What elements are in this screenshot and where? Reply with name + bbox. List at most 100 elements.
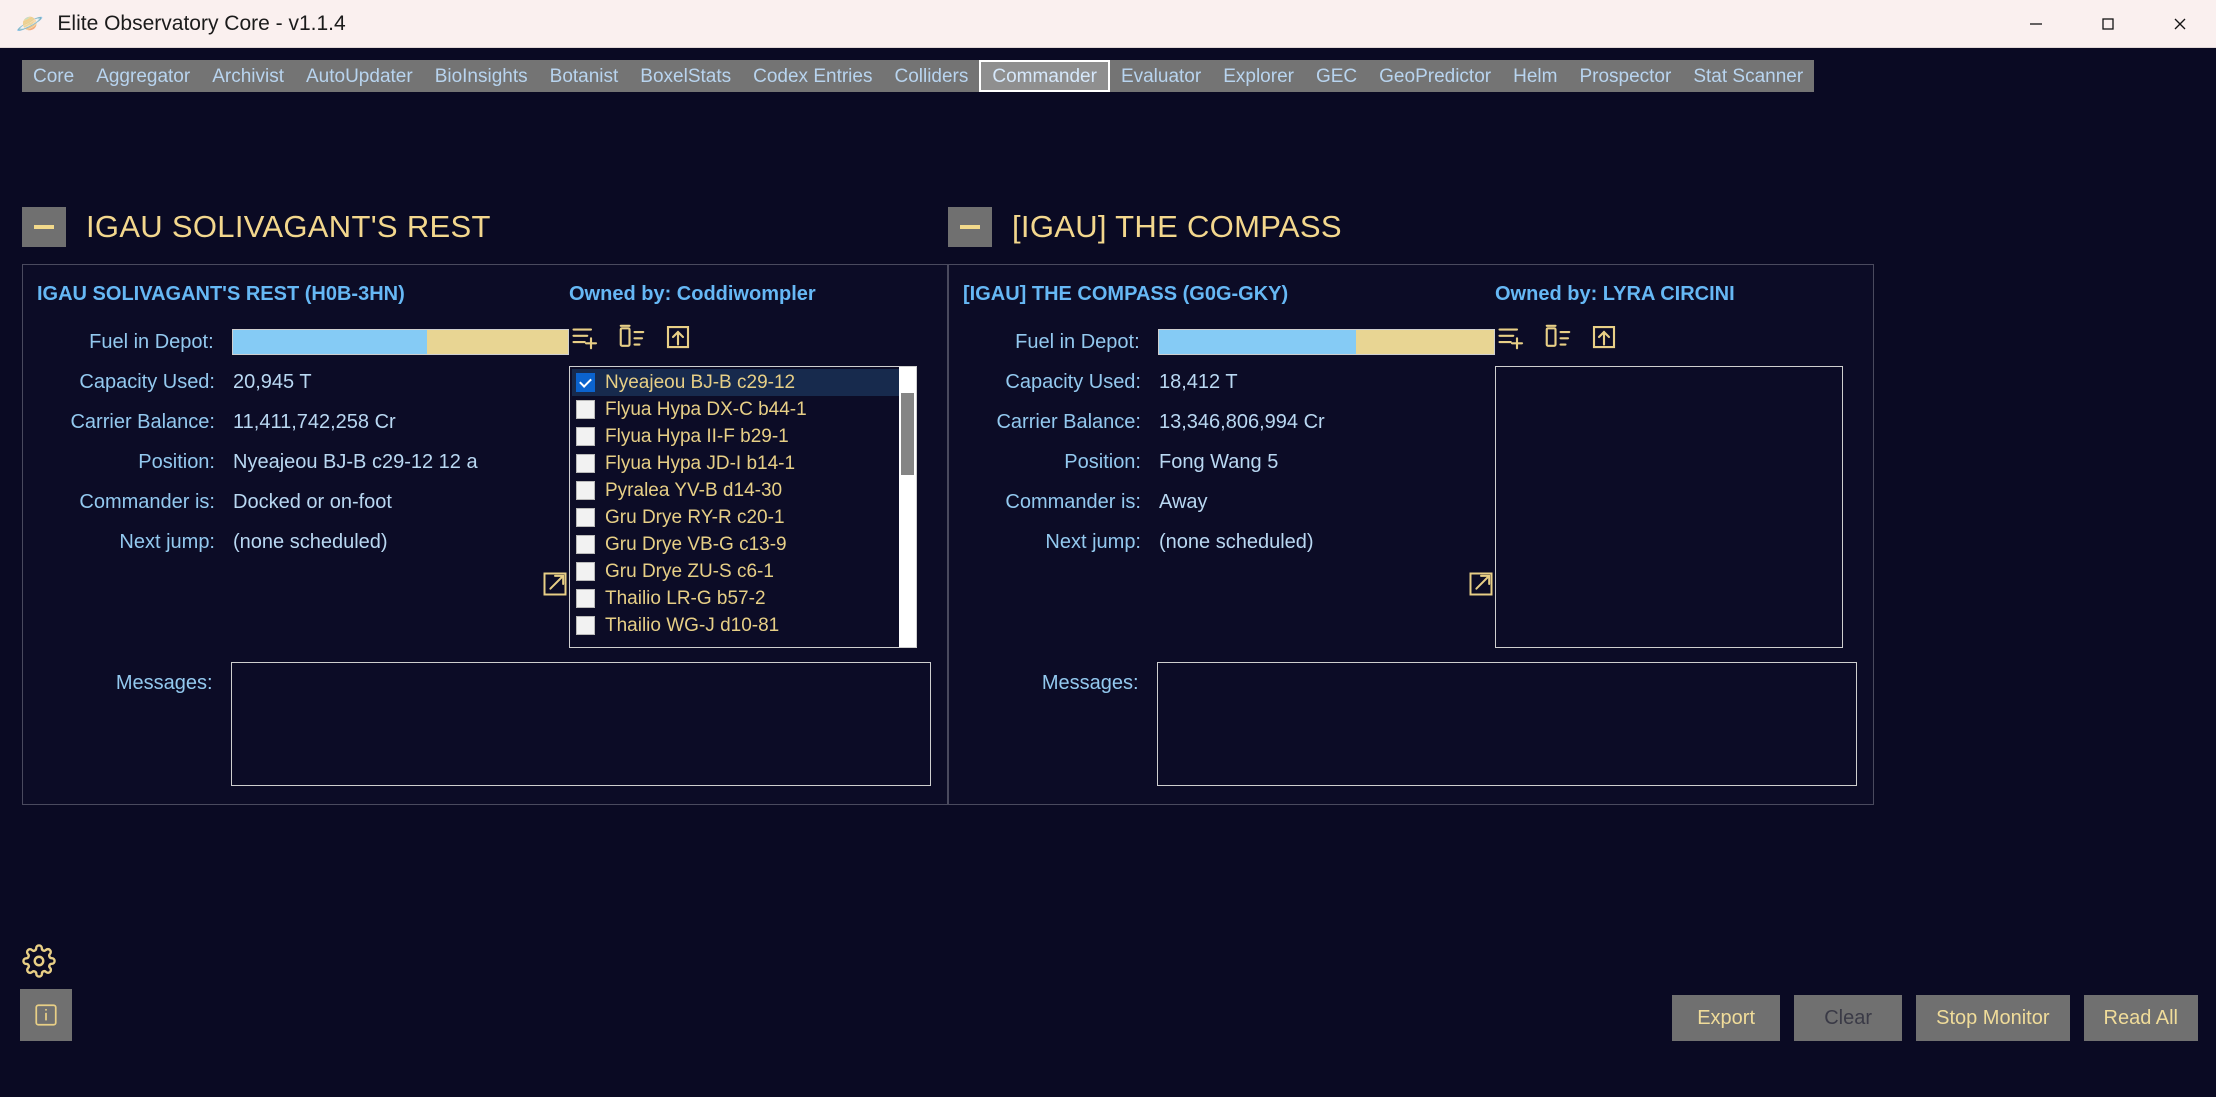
panel-columns: Fuel in Depot: Capacity Used: 18,412 T Carr… xyxy=(949,322,1857,648)
field-value: Fong Wang 5 xyxy=(1159,450,1279,473)
clear-button: Clear xyxy=(1794,995,1903,1041)
tab-label: GeoPredictor xyxy=(1379,65,1492,87)
field-row: Commander is: Docked or on-foot xyxy=(37,482,569,522)
tabstrip-container: Core Aggregator Archivist AutoUpdater BioIns… xyxy=(0,48,2216,92)
import-list-icon[interactable] xyxy=(1589,322,1619,357)
read-all-button[interactable]: Read All xyxy=(2083,995,2198,1041)
system-checkbox[interactable] xyxy=(576,589,595,608)
tab-explorer[interactable]: Explorer xyxy=(1212,60,1305,92)
system-checkbox[interactable] xyxy=(576,400,595,419)
pop-out-icon[interactable] xyxy=(541,570,569,603)
scrollbar-thumb[interactable] xyxy=(901,393,914,475)
tab-label: GEC xyxy=(1315,65,1358,87)
system-list-item[interactable]: Gru Drye RY-R c20-1 xyxy=(572,504,899,531)
tab-botanist[interactable]: Botanist xyxy=(539,60,630,92)
field-label: Fuel in Depot: xyxy=(1015,330,1140,353)
tab-label: Botanist xyxy=(549,65,619,87)
tab-prospector[interactable]: Prospector xyxy=(1568,60,1682,92)
tab-aggregator[interactable]: Aggregator xyxy=(85,60,201,92)
system-checkbox[interactable] xyxy=(576,535,595,554)
system-checkbox[interactable] xyxy=(576,508,595,527)
settings-button[interactable] xyxy=(22,944,56,983)
system-list-item[interactable]: Pyralea YV-B d14-30 xyxy=(572,477,899,504)
maximize-button[interactable] xyxy=(2072,0,2144,47)
tab-gec[interactable]: GEC xyxy=(1305,60,1368,92)
system-list-item[interactable]: Gru Drye VB-G c13-9 xyxy=(572,531,899,558)
tab-codex-entries[interactable]: Codex Entries xyxy=(742,60,883,92)
window-controls xyxy=(2000,0,2216,47)
system-checkbox[interactable] xyxy=(576,562,595,581)
remove-from-list-icon[interactable] xyxy=(617,322,647,357)
export-button[interactable]: Export xyxy=(1672,995,1781,1041)
app-planet-icon: 🪐 xyxy=(16,10,44,36)
field-row: Position: Fong Wang 5 xyxy=(963,442,1495,482)
messages-box[interactable] xyxy=(1156,662,1857,786)
system-checkbox[interactable] xyxy=(576,454,595,473)
system-name: Flyua Hypa II-F b29-1 xyxy=(605,425,789,447)
popout-row xyxy=(963,562,1495,603)
add-to-list-icon[interactable] xyxy=(1497,322,1527,357)
field-value: Away xyxy=(1159,490,1208,513)
field-row: Commander is: Away xyxy=(963,482,1495,522)
system-name: Pyralea YV-B d14-30 xyxy=(605,479,783,501)
minimize-button[interactable] xyxy=(2000,0,2072,47)
tab-stat-scanner[interactable]: Stat Scanner xyxy=(1682,60,1814,92)
collapse-panel-button[interactable] xyxy=(22,207,66,247)
system-list-items: Nyeajeou BJ-B c29-12 Flyua Hypa DX-C b44-… xyxy=(570,367,899,647)
system-list-item[interactable]: Gru Drye ZU-S c6-1 xyxy=(572,558,899,585)
system-list-item[interactable]: Thailio WG-J d10-81 xyxy=(572,612,899,639)
tab-helm[interactable]: Helm xyxy=(1502,60,1568,92)
messages-box[interactable] xyxy=(230,662,931,786)
system-name: Thailio WG-J d10-81 xyxy=(605,614,780,636)
tab-commander[interactable]: Commander xyxy=(979,60,1110,92)
system-checkbox[interactable] xyxy=(576,616,595,635)
field-label: Fuel in Depot: xyxy=(89,330,214,353)
tab-bioinsights[interactable]: BioInsights xyxy=(424,60,539,92)
tab-geopredictor[interactable]: GeoPredictor xyxy=(1368,60,1502,92)
field-value: 13,346,806,994 Cr xyxy=(1159,410,1325,433)
tab-core[interactable]: Core xyxy=(22,60,85,92)
minus-icon xyxy=(960,225,980,229)
field-row: Carrier Balance: 11,411,742,258 Cr xyxy=(37,402,569,442)
messages-label: Messages: xyxy=(1041,672,1139,694)
system-checkbox[interactable] xyxy=(576,481,595,500)
field-label: Capacity Used: xyxy=(79,370,215,393)
tab-boxelstats[interactable]: BoxelStats xyxy=(629,60,742,92)
system-name: Gru Drye VB-G c13-9 xyxy=(605,533,787,555)
fuel-depot-bar-fill xyxy=(1158,330,1357,354)
system-list-item[interactable]: Flyua Hypa DX-C b44-1 xyxy=(572,396,899,423)
panel-title: [IGAU] THE COMPASS xyxy=(1012,209,1342,244)
remove-from-list-icon[interactable] xyxy=(1543,322,1573,357)
stop-monitor-button[interactable]: Stop Monitor xyxy=(1916,995,2070,1041)
pop-out-icon[interactable] xyxy=(1467,570,1495,603)
system-name: Flyua Hypa JD-I b14-1 xyxy=(605,452,796,474)
tab-evaluator[interactable]: Evaluator xyxy=(1110,60,1212,92)
system-list-item[interactable]: Nyeajeou BJ-B c29-12 xyxy=(572,369,899,396)
system-checkbox[interactable] xyxy=(576,427,595,446)
import-list-icon[interactable] xyxy=(663,322,693,357)
footer-action-bar: Export Clear Stop Monitor Read All xyxy=(1672,995,2198,1041)
carrier-panel-2: [IGAU] THE COMPASS [IGAU] THE COMPASS (G0… xyxy=(948,204,1874,805)
field-label: Carrier Balance: xyxy=(996,410,1141,433)
field-value: (none scheduled) xyxy=(233,530,388,553)
add-to-list-icon[interactable] xyxy=(571,322,601,357)
tab-colliders[interactable]: Colliders xyxy=(883,60,979,92)
tab-archivist[interactable]: Archivist xyxy=(201,60,295,92)
carrier-fields: Fuel in Depot: Capacity Used: 20,945 T Carr… xyxy=(23,322,569,648)
carrier-panel-1: IGAU SOLIVAGANT'S REST IGAU SOLIVAGANT'S … xyxy=(22,204,948,805)
system-list[interactable]: Nyeajeou BJ-B c29-12 Flyua Hypa DX-C b44-… xyxy=(569,366,917,648)
field-row: Carrier Balance: 13,346,806,994 Cr xyxy=(963,402,1495,442)
fuel-depot-bar xyxy=(231,329,569,355)
system-list-empty[interactable] xyxy=(1495,366,1843,648)
system-list-item[interactable]: Flyua Hypa JD-I b14-1 xyxy=(572,450,899,477)
panel-headings: [IGAU] THE COMPASS (G0G-GKY) Owned by: LY… xyxy=(949,277,1857,310)
info-button[interactable] xyxy=(20,989,72,1041)
system-list-scrollbar[interactable] xyxy=(899,367,916,647)
close-button[interactable] xyxy=(2144,0,2216,47)
system-list-item[interactable]: Thailio LR-G b57-2 xyxy=(572,585,899,612)
system-checkbox[interactable] xyxy=(576,373,595,392)
collapse-panel-button[interactable] xyxy=(948,207,992,247)
field-value: Nyeajeou BJ-B c29-12 12 a xyxy=(233,450,478,473)
system-list-item[interactable]: Flyua Hypa II-F b29-1 xyxy=(572,423,899,450)
tab-autoupdater[interactable]: AutoUpdater xyxy=(295,60,424,92)
